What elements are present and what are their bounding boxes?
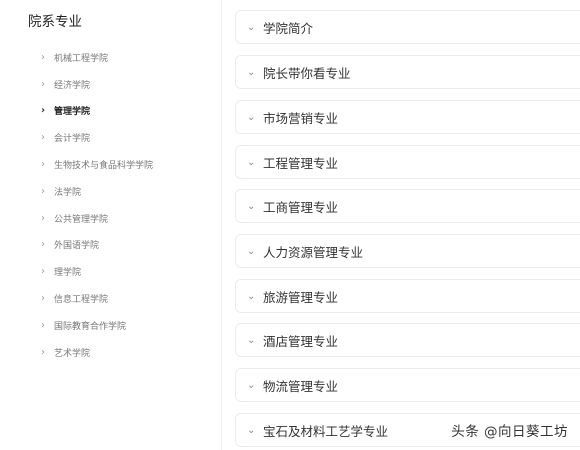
chevron-down-icon: ⌄	[247, 424, 256, 436]
chevron-right-icon: ›	[41, 239, 45, 251]
chevron-down-icon: ⌄	[247, 200, 256, 212]
panel-label: 工商管理专业	[263, 199, 339, 215]
panel-label: 旅游管理专业	[263, 289, 339, 305]
sidebar-item-active[interactable]: › 管理学院	[0, 97, 222, 125]
chevron-down-icon: ⌄	[247, 245, 256, 257]
panel-label: 酒店管理专业	[263, 333, 339, 349]
accordion-panel[interactable]: ⌄ 学院简介	[235, 10, 580, 44]
sidebar-item[interactable]: › 会计学院	[0, 124, 222, 151]
sidebar-title: 院系专业	[28, 14, 82, 30]
sidebar-item-label: 艺术学院	[54, 348, 91, 359]
sidebar-item[interactable]: › 信息工程学院	[0, 285, 222, 312]
accordion-panel[interactable]: ⌄ 工程管理专业	[235, 145, 580, 179]
sidebar-item-label: 外国语学院	[54, 241, 100, 252]
chevron-right-icon: ›	[41, 132, 45, 144]
chevron-down-icon: ⌄	[247, 379, 256, 391]
accordion-panel[interactable]: ⌄ 院长带你看专业	[235, 55, 580, 89]
chevron-right-icon: ›	[41, 293, 45, 305]
accordion-panel[interactable]: ⌄ 旅游管理专业	[235, 279, 580, 313]
chevron-down-icon: ⌄	[247, 290, 256, 302]
sidebar-item-label: 机械工程学院	[54, 53, 109, 64]
chevron-right-icon: ›	[41, 185, 45, 197]
chevron-right-icon: ›	[41, 346, 45, 358]
chevron-right-icon: ›	[41, 212, 45, 224]
sidebar-item-label: 管理学院	[54, 107, 91, 118]
chevron-right-icon: ›	[41, 266, 45, 278]
chevron-down-icon: ⌄	[247, 66, 256, 78]
panel-label: 学院简介	[263, 20, 314, 36]
sidebar-item-label: 会计学院	[54, 134, 91, 145]
accordion-panel[interactable]: ⌄ 人力资源管理专业	[235, 234, 580, 268]
sidebar-item-label: 法学院	[54, 187, 82, 198]
sidebar-item-label: 理学院	[54, 268, 82, 279]
main-content: ⌄ 学院简介 ⌄ 院长带你看专业 ⌄ 市场营销专业 ⌄ 工程管理专业 ⌄ 工商管理专业 ⌄…	[235, 0, 580, 450]
chevron-right-icon: ›	[41, 159, 45, 171]
chevron-right-icon: ›	[41, 51, 45, 63]
panel-label: 市场营销专业	[263, 110, 339, 126]
sidebar-item[interactable]: › 外国语学院	[0, 232, 222, 259]
sidebar-item[interactable]: › 国际教育合作学院	[0, 312, 222, 339]
sidebar-item[interactable]: › 艺术学院	[0, 339, 222, 366]
accordion-panel[interactable]: ⌄ 市场营销专业	[235, 100, 580, 134]
sidebar-item[interactable]: › 法学院	[0, 178, 222, 205]
panel-label: 院长带你看专业	[263, 65, 351, 81]
chevron-right-icon: ›	[41, 105, 46, 117]
chevron-right-icon: ›	[41, 78, 45, 90]
accordion-panel[interactable]: ⌄ 工商管理专业	[235, 189, 580, 223]
sidebar-item-label: 生物技术与食品科学学院	[54, 161, 154, 172]
panel-label: 宝石及材料工艺学专业	[263, 423, 389, 439]
sidebar: 院系专业 › 机械工程学院 › 经济学院 › 管理学院 › 会计学院 › 生物技术与食品科…	[0, 0, 222, 450]
sidebar-item-label: 经济学院	[54, 80, 91, 91]
chevron-right-icon: ›	[41, 319, 45, 331]
panel-label: 人力资源管理专业	[263, 244, 364, 260]
panel-label: 工程管理专业	[263, 155, 339, 171]
sidebar-item-label: 公共管理学院	[54, 214, 109, 225]
sidebar-item[interactable]: › 经济学院	[0, 71, 222, 98]
watermark: 头条 @向日葵工坊	[451, 424, 568, 440]
sidebar-item-label: 国际教育合作学院	[54, 321, 127, 332]
chevron-down-icon: ⌄	[247, 111, 256, 123]
sidebar-list: › 机械工程学院 › 经济学院 › 管理学院 › 会计学院 › 生物技术与食品科学学院 ›…	[0, 44, 222, 366]
accordion-panel[interactable]: ⌄ 酒店管理专业	[235, 323, 580, 357]
sidebar-item[interactable]: › 生物技术与食品科学学院	[0, 151, 222, 178]
sidebar-item[interactable]: › 理学院	[0, 258, 222, 285]
sidebar-item[interactable]: › 公共管理学院	[0, 205, 222, 232]
chevron-down-icon: ⌄	[247, 334, 256, 346]
sidebar-item-label: 信息工程学院	[54, 295, 109, 306]
chevron-down-icon: ⌄	[247, 156, 256, 168]
panel-label: 物流管理专业	[263, 378, 339, 394]
chevron-down-icon: ⌄	[247, 21, 256, 33]
sidebar-item[interactable]: › 机械工程学院	[0, 44, 222, 71]
accordion-panel[interactable]: ⌄ 物流管理专业	[235, 368, 580, 402]
